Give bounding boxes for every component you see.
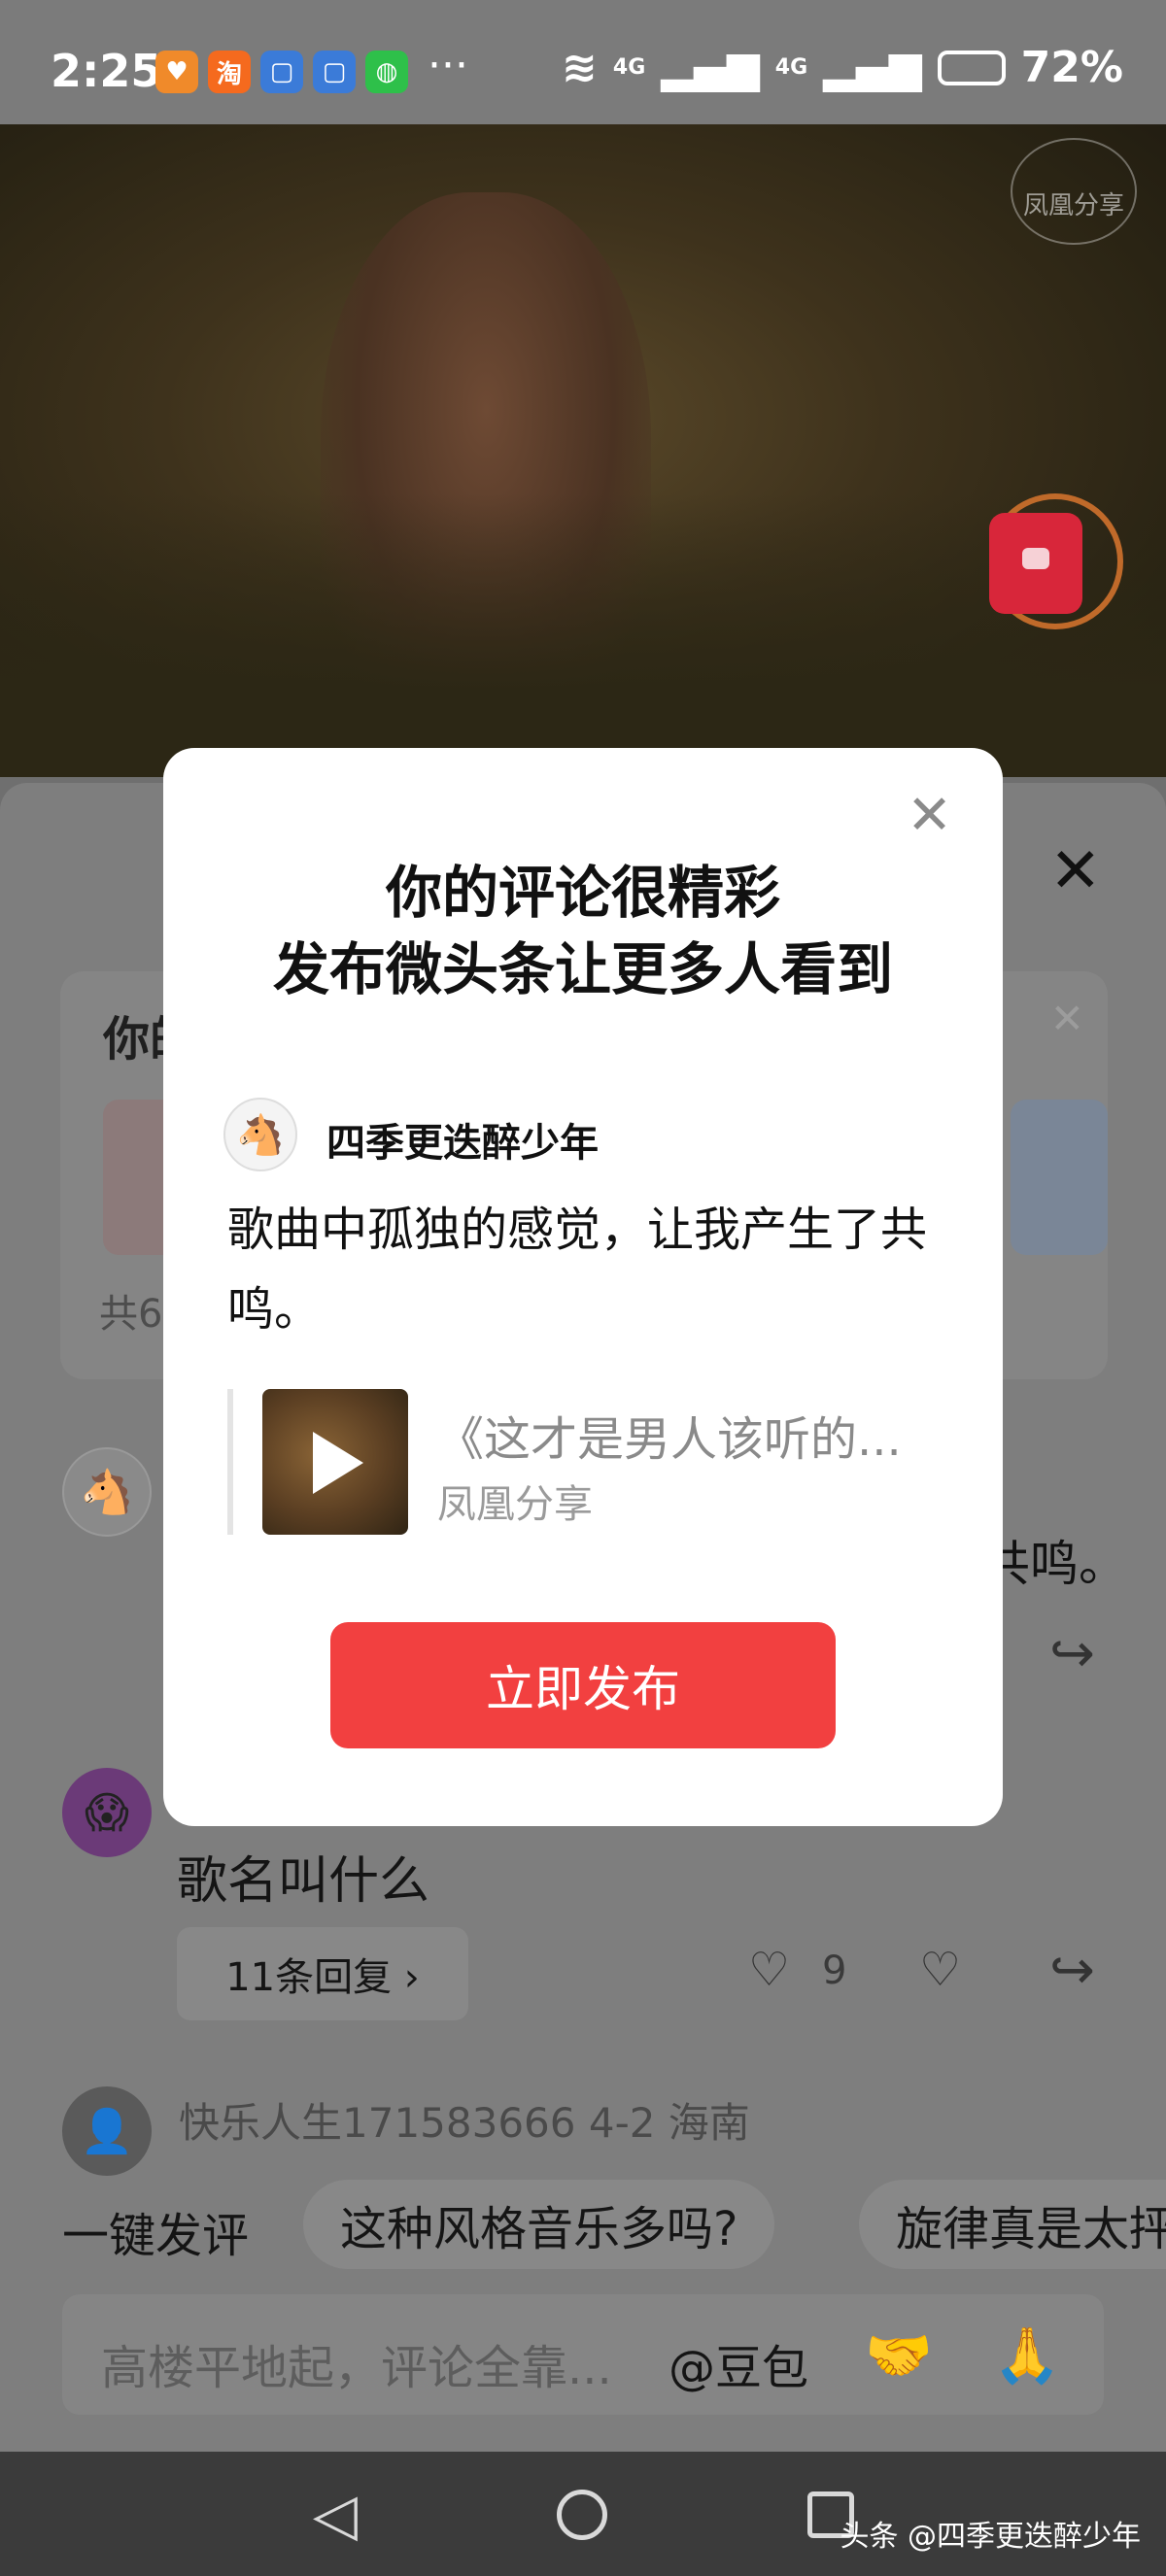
redpacket-icon[interactable] [989, 513, 1082, 614]
quick-comment-chip[interactable]: 旋律真是太抨 [859, 2180, 1166, 2269]
dialog-close-icon[interactable]: ✕ [907, 789, 952, 843]
mention-doubao-button[interactable]: @豆包 [669, 2329, 808, 2397]
battery-icon [937, 50, 1006, 85]
quick-comment-label: 一键发评 [62, 2209, 250, 2263]
promo-close-icon[interactable]: ✕ [1050, 995, 1084, 1042]
publish-button[interactable]: 立即发布 [330, 1622, 836, 1748]
signal-bars-icon: ▂▄▆ [661, 43, 760, 92]
dialog-title: 你的评论很精彩 发布微头条让更多人看到 [163, 855, 1003, 1008]
blue-app-icon: ▢ [260, 51, 303, 93]
comment-preview: 歌曲中孤独的感觉，让我产生了共鸣。 [227, 1203, 928, 1337]
avatar[interactable]: 😱 [62, 1768, 152, 1857]
comment-input-placeholder: 高楼平地起，评论全靠... [101, 2341, 612, 2395]
dialog-title-line-1: 你的评论很精彩 [385, 860, 780, 926]
battery-level: 72% [1020, 43, 1123, 92]
publish-dialog: ✕ 你的评论很精彩 发布微头条让更多人看到 🐴 四季更迭醉少年 歌曲中孤独的感觉… [163, 748, 1003, 1826]
share-icon[interactable]: ↪ [1049, 1939, 1095, 2002]
wifi-icon: ≋ [562, 43, 598, 92]
pray-emoji-button[interactable]: 🙏 [993, 2323, 1061, 2388]
more-notifications-icon: ··· [428, 41, 468, 90]
signal-bars-icon-2: ▂▄▆ [823, 43, 922, 92]
quoted-video-title: 《这才是男人该听的... [437, 1412, 902, 1467]
comment-count: 共6 [99, 1292, 163, 1337]
like-icon[interactable]: ♡ [748, 1943, 790, 1997]
signal-icon: 4G [612, 55, 646, 80]
dislike-icon[interactable]: ♡ [919, 1943, 961, 1997]
share-icon[interactable]: ↪ [1049, 1622, 1095, 1685]
status-right: ≋ 4G ▂▄▆ 4G ▂▄▆ 72% [562, 43, 1123, 92]
handshake-emoji-button[interactable]: 🤝 [865, 2323, 933, 2388]
home-icon[interactable] [548, 2481, 616, 2549]
comment-text-tail: 共鸣。 [981, 1536, 1127, 1592]
wechat-icon: ◍ [365, 51, 408, 93]
comment-text: 歌名叫什么 [177, 1852, 430, 1911]
back-icon[interactable]: ◁ [301, 2481, 369, 2549]
promo-option-right[interactable] [1011, 1100, 1108, 1255]
close-icon[interactable]: ✕ [1049, 835, 1102, 907]
quoted-video-source: 凤凰分享 [437, 1482, 593, 1527]
avatar[interactable]: 🐴 [62, 1447, 152, 1537]
status-bar: 2:25 ♥ 淘 ▢ ▢ ◍ ··· ≋ 4G ▂▄▆ 4G ▂▄▆ 72% [0, 0, 1166, 124]
username: 四季更迭醉少年 [326, 1121, 599, 1166]
video-player[interactable]: 凤凰分享 [0, 124, 1166, 777]
quoted-video: 《这才是男人该听的... 凤凰分享 [227, 1389, 927, 1535]
heart-app-icon: ♥ [155, 51, 198, 93]
blue-app-icon-2: ▢ [313, 51, 356, 93]
taobao-icon: 淘 [208, 51, 251, 93]
status-time: 2:25 [51, 45, 162, 97]
video-thumbnail [262, 1389, 408, 1535]
notification-icons: ♥ 淘 ▢ ▢ ◍ [155, 51, 408, 93]
comment-author-meta: 快乐人生171583666 4-2 海南 [179, 2099, 750, 2147]
avatar[interactable]: 👤 [62, 2086, 152, 2176]
replies-button[interactable]: 11条回复 › [177, 1927, 468, 2020]
quick-comment-row: 一键发评 这种风格音乐多吗? 旋律真是太抨 [0, 2180, 1166, 2273]
play-icon [313, 1432, 363, 1494]
video-watermark: 凤凰分享 [1011, 138, 1137, 245]
dialog-title-line-2: 发布微头条让更多人看到 [272, 935, 893, 1002]
comment-input[interactable]: 高楼平地起，评论全靠... @豆包 🤝 🙏 [62, 2294, 1104, 2415]
avatar: 🐴 [223, 1098, 297, 1171]
source-watermark: 头条 @四季更迭醉少年 [840, 2520, 1141, 2554]
quick-comment-chip[interactable]: 这种风格音乐多吗? [303, 2180, 775, 2269]
like-count: 9 [822, 1949, 847, 1993]
signal-icon-2: 4G [774, 55, 808, 80]
